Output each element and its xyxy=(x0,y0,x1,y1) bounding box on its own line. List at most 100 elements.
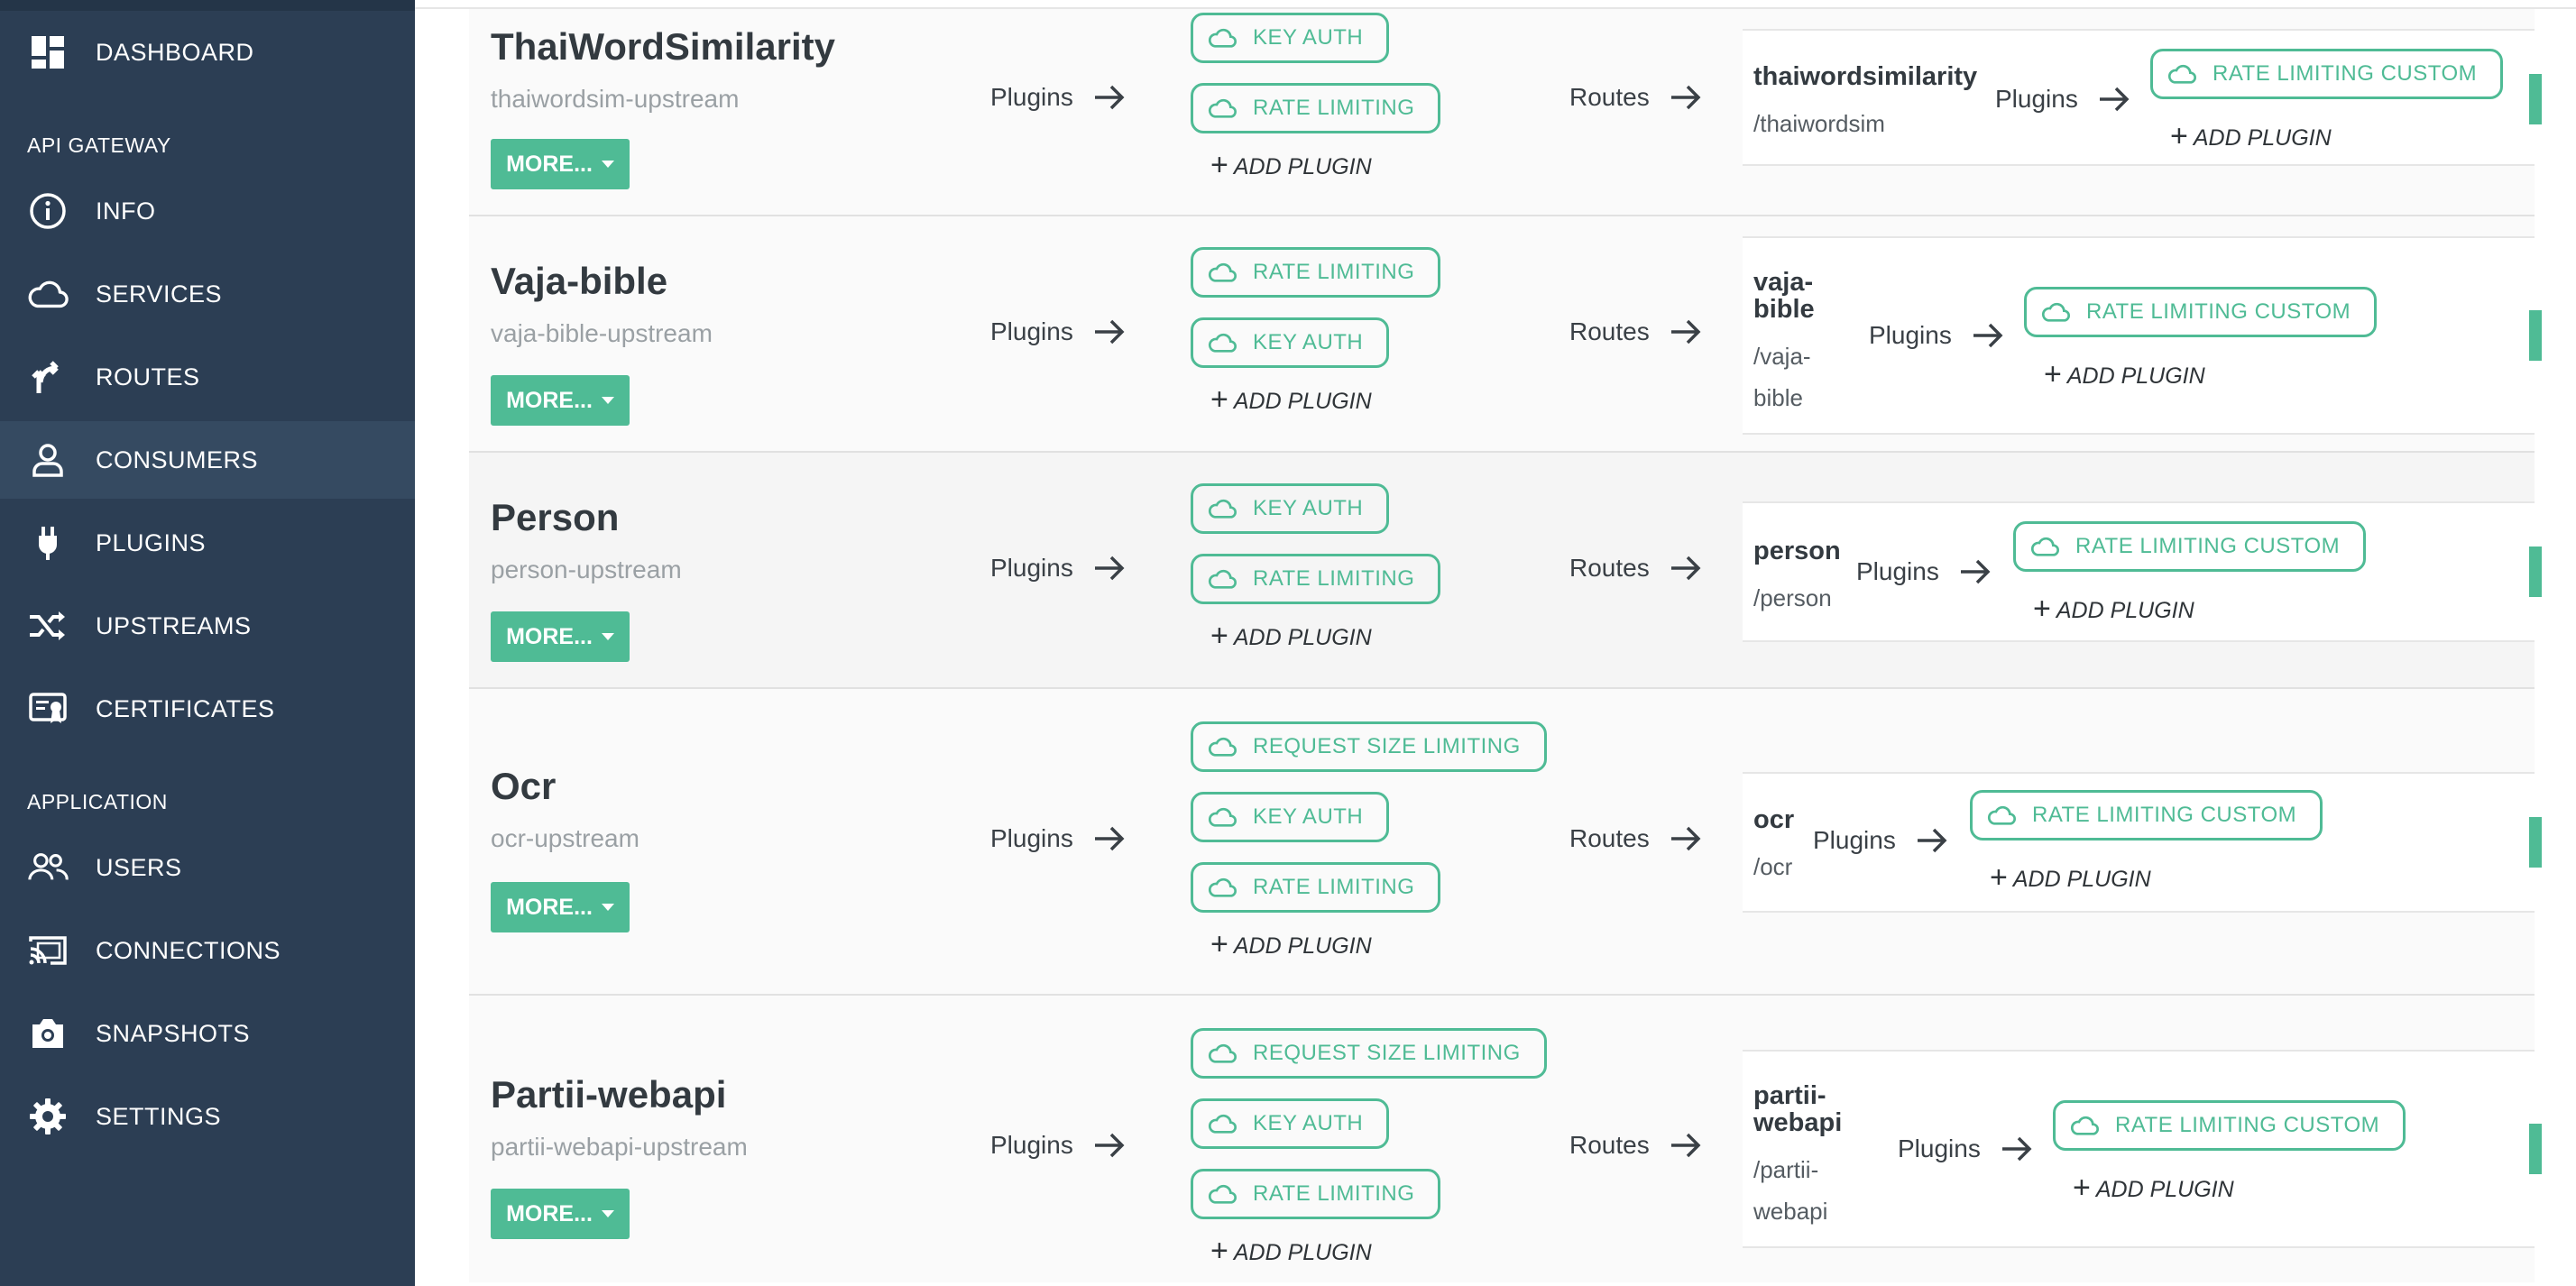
arrow-right-icon xyxy=(1670,556,1701,581)
add-plugin-label: ADD PLUGIN xyxy=(1233,153,1372,179)
plugin-pill[interactable]: RATE LIMITING xyxy=(1191,1169,1441,1219)
service-row: Ocr ocr-upstream MORE... Plugins REQUEST… xyxy=(469,689,2542,996)
plus-icon: + xyxy=(1210,619,1228,653)
service-routes-link: Routes xyxy=(1569,1131,1702,1160)
plugin-label: RATE LIMITING xyxy=(1253,875,1415,899)
arrow-right-icon xyxy=(1917,828,1947,853)
camera-icon xyxy=(27,1013,69,1054)
route-plugins-link: Plugins xyxy=(1995,85,2130,114)
route-plugin-pill[interactable]: RATE LIMITING CUSTOM xyxy=(2024,287,2378,337)
route-path-line: /partii- xyxy=(1753,1156,1819,1183)
route-name[interactable]: person xyxy=(1753,537,1841,565)
add-plugin-link[interactable]: + ADD PLUGIN xyxy=(1210,384,1372,415)
add-plugin-label: ADD PLUGIN xyxy=(2193,124,2332,151)
more-button[interactable]: MORE... xyxy=(491,139,630,189)
plus-icon: + xyxy=(1210,382,1228,417)
sidebar-item-upstreams[interactable]: UPSTREAMS xyxy=(0,587,415,665)
service-name[interactable]: Vaja-bible xyxy=(491,260,667,303)
plugin-pill[interactable]: REQUEST SIZE LIMITING xyxy=(1191,1028,1547,1079)
route-plugin-pill[interactable]: RATE LIMITING CUSTOM xyxy=(2053,1100,2406,1151)
plugin-pill[interactable]: KEY AUTH xyxy=(1191,1098,1390,1149)
add-plugin-link[interactable]: + ADD PLUGIN xyxy=(2073,1172,2234,1203)
add-plugin-link[interactable]: + ADD PLUGIN xyxy=(1210,620,1372,651)
route-name[interactable]: ocr xyxy=(1753,806,1794,833)
sidebar-item-settings[interactable]: SETTINGS xyxy=(0,1078,415,1155)
sidebar-item-label: CERTIFICATES xyxy=(96,694,275,722)
plugin-pill[interactable]: KEY AUTH xyxy=(1191,13,1390,63)
arrow-right-icon xyxy=(1094,85,1125,110)
plugin-pill[interactable]: RATE LIMITING xyxy=(1191,83,1441,133)
add-plugin-link[interactable]: + ADD PLUGIN xyxy=(2044,359,2205,390)
plugin-pill[interactable]: RATE LIMITING xyxy=(1191,247,1441,298)
plugin-pill[interactable]: RATE LIMITING xyxy=(1191,862,1441,913)
route-status-bar xyxy=(2529,1124,2542,1174)
more-button[interactable]: MORE... xyxy=(491,882,630,932)
plugin-pill[interactable]: KEY AUTH xyxy=(1191,792,1390,842)
plugins-label: Plugins xyxy=(1813,826,1896,854)
service-row: ThaiWordSimilarity thaiwordsim-upstream … xyxy=(469,9,2542,216)
routes-label: Routes xyxy=(1569,317,1650,345)
plugin-pill[interactable]: REQUEST SIZE LIMITING xyxy=(1191,721,1547,772)
cloud-icon xyxy=(1209,807,1237,827)
route-name[interactable]: partii- webapi xyxy=(1753,1082,1842,1136)
service-name[interactable]: ThaiWordSimilarity xyxy=(491,25,835,69)
more-button[interactable]: MORE... xyxy=(491,1189,630,1239)
plus-icon: + xyxy=(1990,860,2008,895)
plugins-label: Plugins xyxy=(1898,1134,1981,1162)
sidebar-item-certificates[interactable]: CERTIFICATES xyxy=(0,670,415,748)
routes-icon xyxy=(27,356,69,398)
add-plugin-link[interactable]: + ADD PLUGIN xyxy=(2033,593,2194,624)
route-name-line: vaja- xyxy=(1753,268,1814,297)
sidebar-item-users[interactable]: USERS xyxy=(0,829,415,906)
route-plugins-link: Plugins xyxy=(1898,1134,2033,1163)
sidebar-item-services[interactable]: SERVICES xyxy=(0,255,415,333)
sidebar-item-info[interactable]: INFO xyxy=(0,172,415,250)
plugin-pill[interactable]: RATE LIMITING xyxy=(1191,554,1441,604)
caret-down-icon xyxy=(601,633,614,640)
sidebar-item-snapshots[interactable]: SNAPSHOTS xyxy=(0,995,415,1072)
route-name[interactable]: vaja- bible xyxy=(1753,269,1815,323)
service-name[interactable]: Partii-webapi xyxy=(491,1073,726,1116)
sidebar-item-label: PLUGINS xyxy=(96,528,207,556)
add-plugin-link[interactable]: + ADD PLUGIN xyxy=(1210,929,1372,960)
more-button[interactable]: MORE... xyxy=(491,375,630,426)
service-plugins-link: Plugins xyxy=(990,554,1126,583)
route-plugins-link: Plugins xyxy=(1869,321,2004,350)
route-plugin-pill[interactable]: RATE LIMITING CUSTOM xyxy=(2013,521,2367,572)
add-plugin-label: ADD PLUGIN xyxy=(2066,363,2205,389)
service-name[interactable]: Person xyxy=(491,496,619,539)
route-status-bar xyxy=(2529,310,2542,361)
sidebar-item-connections[interactable]: CONNECTIONS xyxy=(0,912,415,989)
add-plugin-link[interactable]: + ADD PLUGIN xyxy=(1210,1235,1372,1266)
plugins-label: Plugins xyxy=(1856,557,1939,585)
more-button[interactable]: MORE... xyxy=(491,611,630,662)
service-name[interactable]: Ocr xyxy=(491,765,556,808)
routes-label: Routes xyxy=(1569,554,1650,582)
add-plugin-link[interactable]: + ADD PLUGIN xyxy=(1210,150,1372,180)
sidebar-item-label: SNAPSHOTS xyxy=(96,1019,251,1047)
section-title-application: APPLICATION xyxy=(27,790,168,813)
cloud-icon xyxy=(1209,877,1237,897)
sidebar-item-dashboard[interactable]: DASHBOARD xyxy=(0,14,415,91)
route-path-line: bible xyxy=(1753,384,1803,411)
sidebar-item-consumers[interactable]: CONSUMERS xyxy=(0,421,415,499)
cloud-icon xyxy=(27,273,69,315)
add-plugin-link[interactable]: + ADD PLUGIN xyxy=(1990,862,2151,893)
sidebar-item-routes[interactable]: ROUTES xyxy=(0,338,415,416)
sidebar-item-label: SERVICES xyxy=(96,280,223,308)
arrow-right-icon xyxy=(2001,1136,2032,1162)
sidebar-item-label: CONSUMERS xyxy=(96,446,259,473)
route-plugin-pill[interactable]: RATE LIMITING CUSTOM xyxy=(2150,49,2504,99)
route-name[interactable]: thaiwordsimilarity xyxy=(1753,63,1977,90)
plugin-pill[interactable]: KEY AUTH xyxy=(1191,317,1390,368)
route-plugin-pill[interactable]: RATE LIMITING CUSTOM xyxy=(1970,790,2323,840)
route-name-line: partii- xyxy=(1753,1081,1826,1110)
info-icon xyxy=(27,190,69,232)
add-plugin-link[interactable]: + ADD PLUGIN xyxy=(2170,121,2332,152)
more-button-label: MORE... xyxy=(506,623,593,649)
users-icon xyxy=(27,847,69,888)
cloud-icon xyxy=(1209,1043,1237,1063)
routes-label: Routes xyxy=(1569,1131,1650,1159)
plugin-pill[interactable]: KEY AUTH xyxy=(1191,483,1390,534)
sidebar-item-plugins[interactable]: PLUGINS xyxy=(0,504,415,582)
